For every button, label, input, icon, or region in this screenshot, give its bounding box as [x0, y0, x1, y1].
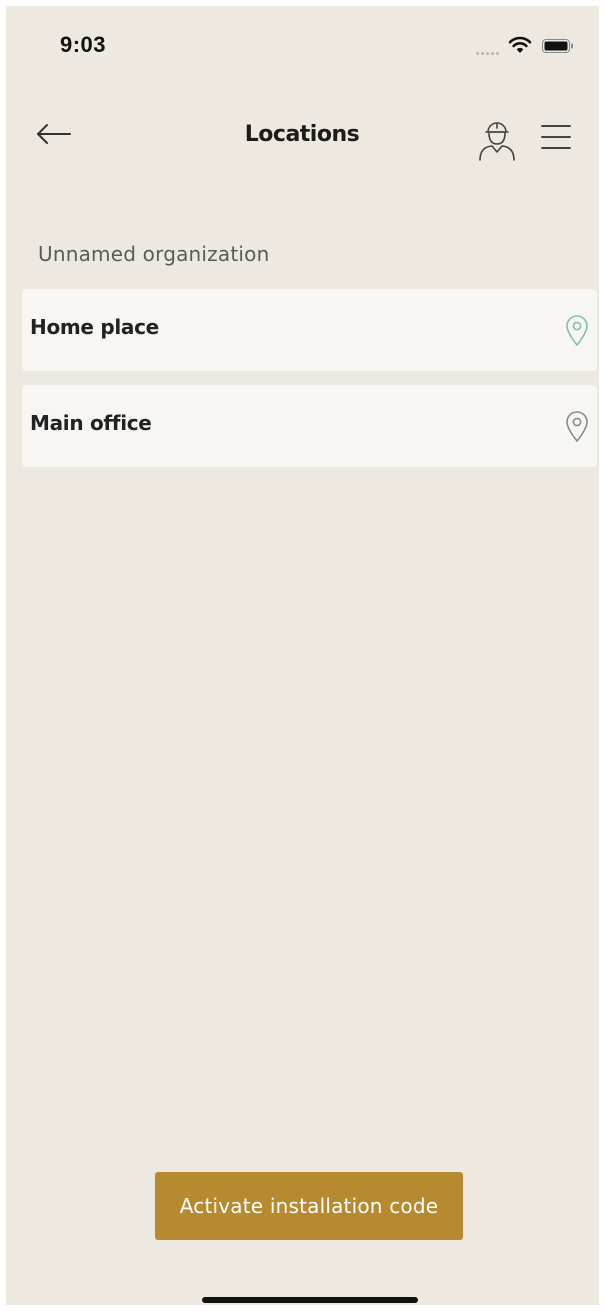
back-arrow-icon — [37, 124, 71, 144]
signal-dots-icon — [476, 52, 506, 55]
status-bar: 9:03 — [6, 6, 599, 86]
installer-worker-icon — [479, 122, 515, 161]
page-title: Locations — [244, 122, 360, 147]
location-name: Home place — [30, 315, 159, 339]
location-list: Home place Main office — [22, 289, 597, 481]
status-time: 9:03 — [60, 32, 107, 57]
organization-name: Unnamed organization — [38, 242, 270, 266]
wifi-icon — [508, 36, 532, 53]
location-pin-icon — [566, 315, 588, 346]
location-item-main-office[interactable]: Main office — [22, 385, 597, 467]
location-pin-icon — [566, 411, 588, 442]
menu-button[interactable] — [536, 118, 576, 156]
home-indicator[interactable] — [202, 1297, 418, 1303]
battery-icon — [542, 39, 573, 53]
installer-button[interactable] — [474, 112, 520, 162]
hamburger-menu-icon — [541, 125, 571, 149]
location-item-home-place[interactable]: Home place — [22, 289, 597, 371]
location-name: Main office — [30, 411, 152, 435]
app-screen: 9:03 Locations Unnamed organization Home… — [6, 6, 599, 1305]
back-button[interactable] — [30, 116, 78, 152]
activate-installation-code-button[interactable]: Activate installation code — [155, 1172, 463, 1240]
navigation-bar: Locations — [6, 102, 599, 172]
